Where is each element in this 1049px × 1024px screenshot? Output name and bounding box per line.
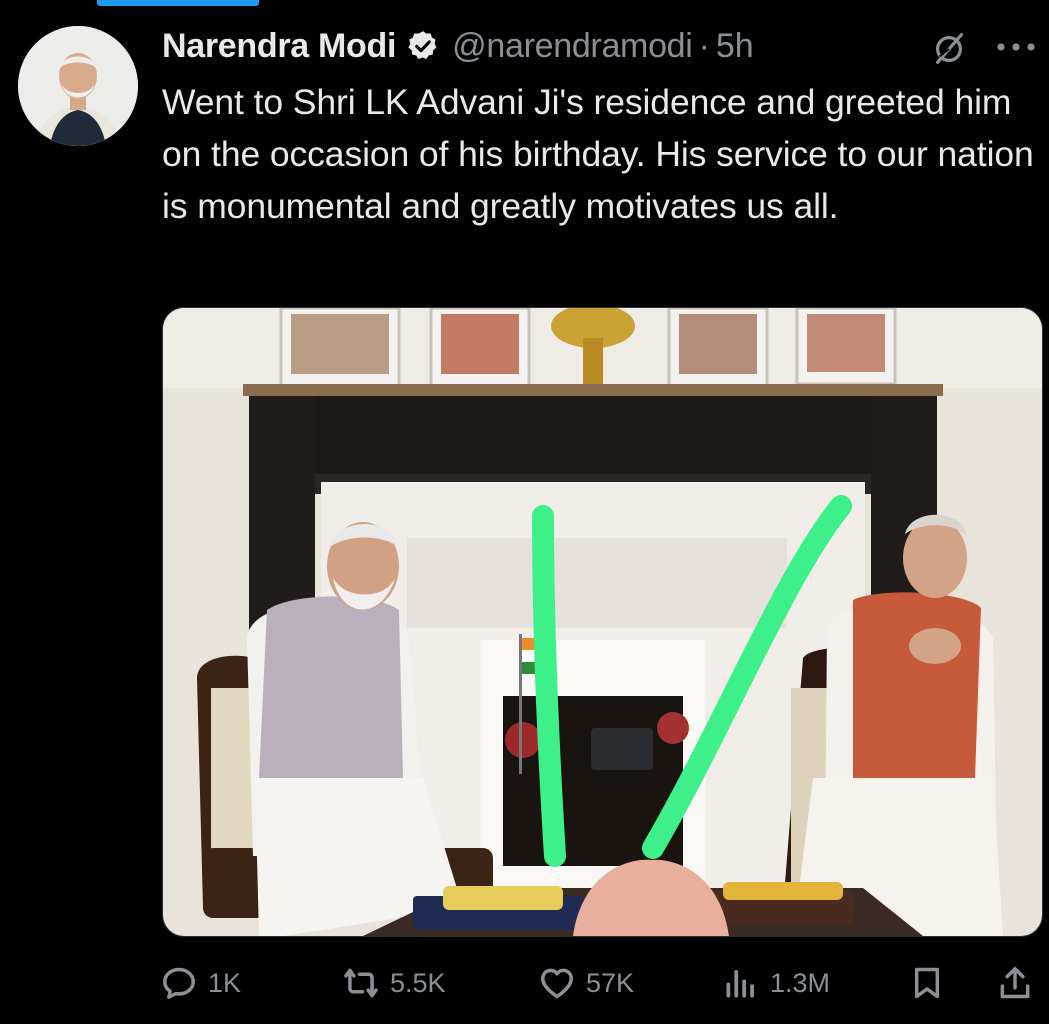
like-icon bbox=[541, 968, 573, 999]
tweet-header: Narendra Modi @narendramodi · 5h bbox=[162, 24, 754, 68]
timestamp[interactable]: 5h bbox=[716, 27, 754, 66]
reply-count: 1K bbox=[208, 967, 242, 998]
more-dots-icon[interactable] bbox=[994, 34, 1038, 60]
tweet-photo[interactable] bbox=[162, 307, 1043, 937]
photo-illustration bbox=[163, 308, 1042, 936]
separator-dot: · bbox=[698, 26, 710, 65]
tweet-action-bar: 1K 5.5K 57K 1.3M bbox=[160, 958, 1040, 1008]
avatar-image bbox=[18, 26, 138, 146]
active-tab-indicator bbox=[97, 0, 259, 6]
share-icon bbox=[1000, 967, 1030, 999]
author-name[interactable]: Narendra Modi bbox=[162, 27, 396, 66]
like-button[interactable]: 57K bbox=[538, 958, 634, 1008]
bookmark-icon bbox=[914, 967, 940, 999]
avatar[interactable] bbox=[18, 26, 138, 146]
reply-icon bbox=[163, 967, 195, 999]
author-handle[interactable]: @narendramodi bbox=[452, 27, 693, 66]
reply-button[interactable]: 1K bbox=[160, 958, 241, 1008]
views-button[interactable]: 1.3M bbox=[722, 958, 830, 1008]
repost-icon bbox=[344, 968, 378, 998]
like-count: 57K bbox=[586, 967, 635, 998]
repost-button[interactable]: 5.5K bbox=[342, 958, 446, 1008]
verified-badge-icon bbox=[408, 31, 437, 60]
share-button[interactable] bbox=[996, 958, 1044, 1008]
views-count: 1.3M bbox=[770, 967, 831, 998]
views-icon bbox=[726, 970, 754, 998]
grok-icon[interactable] bbox=[930, 30, 968, 68]
bookmark-button[interactable] bbox=[908, 958, 956, 1008]
tweet-text: Went to Shri LK Advani Ji's residence an… bbox=[162, 82, 1034, 226]
repost-count: 5.5K bbox=[390, 967, 446, 998]
